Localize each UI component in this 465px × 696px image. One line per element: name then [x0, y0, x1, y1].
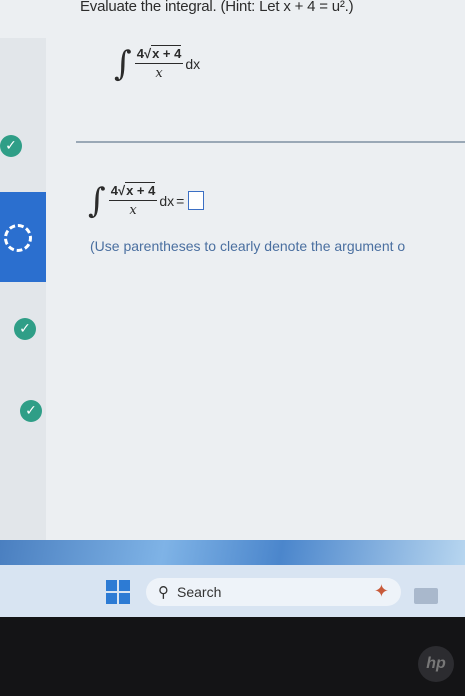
dashed-circle-icon[interactable]: [4, 224, 32, 252]
check-circle-icon[interactable]: ✓: [20, 400, 42, 422]
equals-sign: =: [176, 192, 185, 209]
integral-expression: ∫ 4√x + 4 x dx: [114, 43, 201, 84]
question-sidebar: [0, 38, 46, 560]
question-prompt: Evaluate the integral. (Hint: Let x + 4 …: [80, 0, 354, 15]
instruction-note: (Use parentheses to clearly denote the a…: [90, 238, 406, 254]
integral-sign: ∫: [88, 180, 106, 221]
integrand-numerator: 4√x + 4: [134, 45, 184, 64]
section-divider: [76, 141, 465, 143]
browser-screen: Evaluate the integral. (Hint: Let x + 4 …: [0, 0, 465, 560]
answer-expression: ∫ 4√x + 4 x dx =: [88, 180, 205, 221]
search-icon: ⚲: [158, 583, 169, 601]
integrand-denominator: x: [129, 203, 137, 218]
search-label: Search: [177, 584, 222, 600]
laptop-bezel: [0, 617, 465, 696]
windows-start-icon[interactable]: [106, 580, 130, 604]
check-circle-icon[interactable]: ✓: [0, 135, 22, 157]
integral-sign: ∫: [114, 43, 132, 84]
search-highlight-icon: ✦: [373, 581, 389, 602]
taskbar-search[interactable]: ⚲ Search ✦: [146, 578, 401, 606]
integrand-fraction: 4√x + 4 x: [108, 182, 158, 218]
differential: dx: [185, 55, 201, 72]
answer-input[interactable]: [188, 191, 205, 210]
check-circle-icon[interactable]: ✓: [14, 318, 36, 340]
integrand-numerator: 4√x + 4: [108, 182, 158, 201]
hp-logo: hp: [418, 646, 454, 682]
integrand-denominator: x: [155, 66, 163, 81]
differential: dx: [159, 192, 175, 209]
integrand-fraction: 4√x + 4 x: [134, 45, 184, 81]
tray-icon[interactable]: [414, 588, 438, 604]
